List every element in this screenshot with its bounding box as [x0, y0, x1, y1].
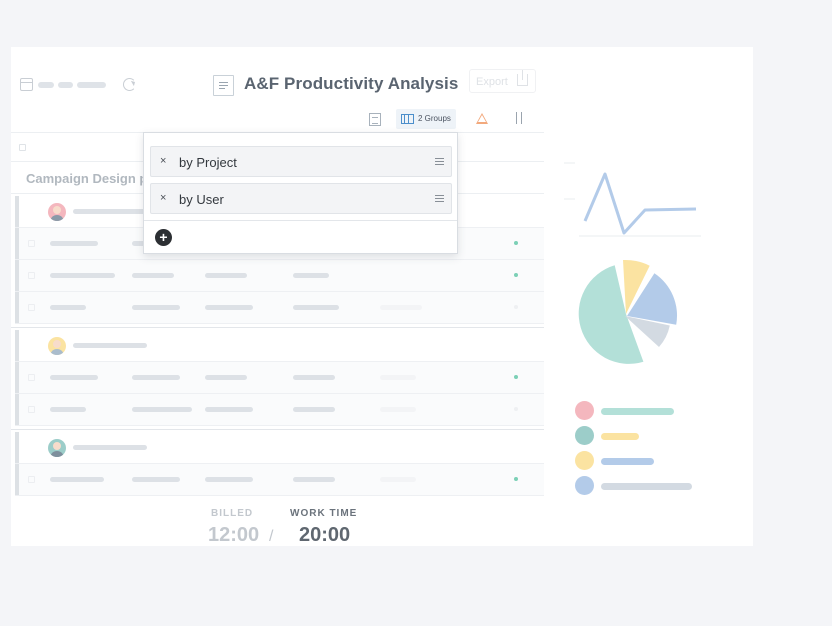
- pie-chart: [578, 259, 678, 364]
- row-checkbox[interactable]: [28, 304, 35, 311]
- groups-label: 2 Groups: [418, 114, 451, 123]
- group-by-item-user[interactable]: × by User: [150, 183, 452, 214]
- legend-item: [575, 401, 715, 421]
- group-by-popover: × by Project × by User +: [143, 132, 458, 254]
- avatar: [575, 401, 594, 420]
- group-by-label: by User: [179, 192, 224, 207]
- export-button[interactable]: Export: [469, 69, 536, 93]
- close-icon[interactable]: ×: [160, 192, 166, 204]
- date-placeholder[interactable]: [58, 82, 73, 88]
- export-label: Export: [476, 76, 508, 88]
- avatar: [48, 439, 66, 457]
- page-title: A&F Productivity Analysis: [244, 74, 459, 93]
- table-row[interactable]: [15, 464, 544, 496]
- status-dot: [514, 375, 518, 379]
- row-checkbox[interactable]: [28, 476, 35, 483]
- group-title: Campaign Design p: [26, 171, 148, 186]
- user-group-row[interactable]: [15, 330, 544, 362]
- status-dot: [514, 305, 518, 309]
- status-dot: [514, 477, 518, 481]
- columns-icon: [401, 114, 414, 124]
- row-checkbox[interactable]: [28, 240, 35, 247]
- billed-value: 12:00: [208, 524, 260, 546]
- avatar: [575, 426, 594, 445]
- calendar-icon[interactable]: [20, 78, 33, 91]
- report-header: A&F Productivity Analysis Export: [11, 67, 544, 103]
- group-indicator: [15, 196, 19, 227]
- row-checkbox[interactable]: [28, 406, 35, 413]
- status-dot: [514, 241, 518, 245]
- work-time-value: 20:00: [299, 524, 351, 546]
- drag-handle-icon[interactable]: [435, 195, 444, 202]
- table-row[interactable]: [15, 260, 544, 292]
- trend-line: [583, 172, 697, 235]
- table-row[interactable]: [15, 394, 544, 426]
- legend-item: [575, 476, 715, 496]
- refresh-icon[interactable]: [123, 78, 136, 91]
- totals-separator: /: [269, 528, 274, 545]
- table-row[interactable]: [15, 362, 544, 394]
- avatar: [575, 476, 594, 495]
- divider: [11, 429, 544, 430]
- table-row[interactable]: [15, 292, 544, 324]
- date-placeholder[interactable]: [77, 82, 106, 88]
- sort-icon[interactable]: [513, 112, 525, 125]
- close-icon[interactable]: ×: [160, 155, 166, 167]
- drag-handle-icon[interactable]: [435, 158, 444, 165]
- divider: [144, 220, 457, 221]
- group-by-label: by Project: [179, 155, 237, 170]
- groups-button[interactable]: 2 Groups: [396, 109, 456, 129]
- document-icon: [213, 75, 234, 96]
- report-card: A&F Productivity Analysis Export 2 Group…: [11, 47, 753, 546]
- billed-label: BILLED: [211, 508, 254, 519]
- status-dot: [514, 273, 518, 277]
- date-placeholder[interactable]: [38, 82, 54, 88]
- row-checkbox[interactable]: [28, 272, 35, 279]
- line-chart: [564, 162, 701, 237]
- legend-item: [575, 426, 715, 446]
- legend-item: [575, 451, 715, 471]
- group-by-item-project[interactable]: × by Project: [150, 146, 452, 177]
- status-dot: [514, 407, 518, 411]
- plus-icon[interactable]: +: [155, 229, 172, 246]
- divider: [11, 327, 544, 328]
- export-icon: [517, 70, 528, 86]
- avatar: [48, 203, 66, 221]
- avatar: [48, 337, 66, 355]
- select-all-checkbox[interactable]: [19, 144, 26, 151]
- work-time-label: WORK TIME: [290, 508, 358, 519]
- warning-icon[interactable]: [476, 113, 488, 124]
- avatar: [575, 451, 594, 470]
- user-group-row[interactable]: [15, 432, 544, 464]
- row-checkbox[interactable]: [28, 374, 35, 381]
- view-toolbar: 2 Groups: [11, 109, 544, 133]
- list-view-icon[interactable]: [369, 113, 381, 126]
